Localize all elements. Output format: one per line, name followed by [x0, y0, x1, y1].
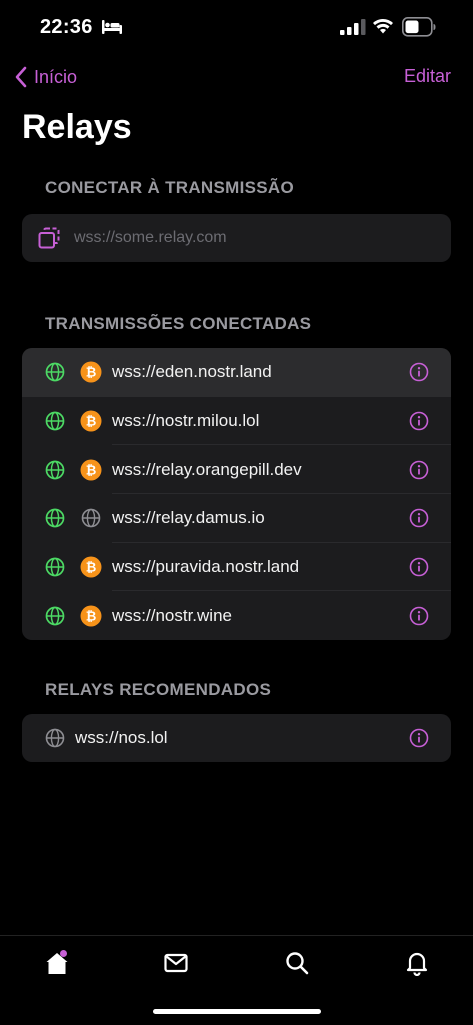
info-icon[interactable]: [409, 606, 429, 626]
recommended-relays-list: wss://nos.lol: [22, 714, 451, 762]
connect-relay-row: [22, 214, 451, 262]
bitcoin-icon: ₿: [80, 556, 102, 578]
svg-text:₿: ₿: [86, 561, 97, 576]
connected-globe-icon: [45, 362, 65, 382]
add-relay-icon[interactable]: [38, 227, 60, 249]
tab-home[interactable]: [44, 950, 70, 981]
relay-url: wss://nostr.wine: [112, 605, 232, 625]
info-icon[interactable]: [409, 411, 429, 431]
bed-icon: [102, 20, 122, 34]
edit-button[interactable]: Editar: [404, 66, 451, 87]
connected-globe-icon: [45, 557, 65, 577]
globe-icon: [45, 728, 65, 748]
svg-text:₿: ₿: [86, 609, 97, 624]
info-icon[interactable]: [409, 362, 429, 382]
svg-text:₿: ₿: [86, 366, 97, 381]
status-time: 22:36: [40, 16, 93, 38]
relay-row[interactable]: ₿ wss://puravida.nostr.land: [22, 543, 451, 592]
info-icon[interactable]: [409, 728, 429, 748]
connected-globe-icon: [45, 606, 65, 626]
relay-url: wss://eden.nostr.land: [112, 362, 272, 382]
svg-text:₿: ₿: [86, 415, 97, 430]
status-bar: 22:36: [0, 0, 473, 58]
relay-url: wss://nos.lol: [75, 728, 168, 747]
connected-globe-icon: [45, 509, 65, 528]
home-icon: [46, 950, 68, 974]
bitcoin-icon: ₿: [80, 605, 102, 627]
bitcoin-icon: ₿: [80, 410, 102, 432]
back-label: Início: [34, 66, 78, 87]
bitcoin-icon: ₿: [80, 361, 102, 383]
info-icon[interactable]: [409, 460, 429, 480]
tab-search[interactable]: [284, 950, 310, 981]
connected-globe-icon: [45, 460, 65, 480]
connect-section-title: CONECTAR À TRANSMISSÃO: [45, 178, 295, 197]
info-icon[interactable]: [409, 508, 429, 528]
bell-icon: [406, 952, 428, 977]
cellular-signal-icon: [340, 19, 366, 35]
relay-row[interactable]: ₿ wss://relay.orangepill.dev: [22, 445, 451, 495]
relay-url: wss://nostr.milou.lol: [112, 411, 260, 431]
chevron-left-icon: [15, 66, 27, 88]
relay-row[interactable]: wss://relay.damus.io: [22, 494, 451, 543]
relay-url: wss://relay.damus.io: [112, 508, 265, 528]
relay-url: wss://puravida.nostr.land: [112, 557, 300, 577]
connected-section-title: TRANSMISSÕES CONECTADAS: [45, 314, 312, 333]
back-button[interactable]: Início: [14, 64, 77, 90]
tab-notifications[interactable]: [404, 950, 430, 981]
home-indicator[interactable]: [153, 1009, 321, 1014]
relay-row[interactable]: ₿ wss://eden.nostr.land: [22, 348, 451, 397]
recommended-relay-row[interactable]: wss://nos.lol: [22, 714, 451, 762]
relay-row[interactable]: ₿ wss://nostr.milou.lol: [22, 397, 451, 446]
page-title: Relays: [22, 108, 132, 146]
wifi-icon: [373, 19, 393, 34]
mail-icon: [164, 953, 188, 973]
battery-icon: [402, 17, 436, 37]
bitcoin-icon: ₿: [80, 459, 102, 481]
info-icon[interactable]: [409, 557, 429, 577]
relay-row[interactable]: ₿ wss://nostr.wine: [22, 591, 451, 640]
relay-url: wss://relay.orangepill.dev: [112, 459, 302, 479]
tab-messages[interactable]: [163, 950, 189, 981]
relay-url-input[interactable]: [74, 229, 404, 247]
connect-relay-card: [22, 214, 451, 262]
svg-text:₿: ₿: [86, 463, 97, 478]
recommended-section-title: RELAYS RECOMENDADOS: [45, 680, 272, 699]
search-icon: [286, 952, 309, 975]
connected-relays-list: ₿ wss://eden.nostr.land ₿ wss://nostr.mi…: [22, 348, 451, 640]
globe-icon: [81, 509, 101, 528]
connected-globe-icon: [45, 411, 65, 431]
